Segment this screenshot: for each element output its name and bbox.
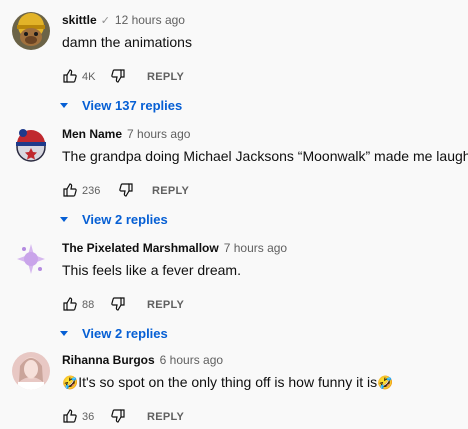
reply-button[interactable]: REPLY — [147, 293, 184, 317]
thumbs-down-icon[interactable] — [116, 179, 136, 203]
like-count: 4K — [82, 71, 96, 83]
view-replies-button[interactable]: View 2 replies — [60, 322, 168, 346]
view-replies-button[interactable]: View 2 replies — [60, 208, 168, 232]
avatar[interactable] — [12, 240, 50, 278]
comment-timestamp[interactable]: 12 hours ago — [115, 13, 185, 27]
comment-header: Men Name 7 hours ago — [62, 126, 190, 142]
thumbs-up-icon[interactable] — [60, 65, 80, 89]
comment-header: Rihanna Burgos 6 hours ago — [62, 352, 223, 368]
avatar[interactable] — [12, 352, 50, 390]
caret-down-icon — [60, 331, 68, 336]
reply-button[interactable]: REPLY — [147, 405, 184, 429]
avatar[interactable] — [12, 12, 50, 50]
comment-header: skittle ✓ 12 hours ago — [62, 12, 185, 28]
comment-text-body: It's so spot on the only thing off is ho… — [78, 374, 378, 390]
comment-text: damn the animations — [62, 34, 192, 50]
comment-header: The Pixelated Marshmallow 7 hours ago — [62, 240, 287, 256]
comment-timestamp[interactable]: 6 hours ago — [160, 353, 223, 367]
comment-text: The grandpa doing Michael Jacksons “Moon… — [62, 148, 468, 164]
reply-button[interactable]: REPLY — [152, 179, 189, 203]
like-count: 36 — [82, 411, 95, 423]
thumbs-up-icon[interactable] — [60, 179, 80, 203]
author-name[interactable]: Men Name — [62, 127, 122, 141]
like-count: 236 — [82, 185, 101, 197]
comment-timestamp[interactable]: 7 hours ago — [224, 241, 287, 255]
author-name[interactable]: Rihanna Burgos — [62, 353, 155, 367]
verified-icon: ✓ — [100, 15, 110, 27]
comment-timestamp[interactable]: 7 hours ago — [127, 127, 190, 141]
avatar[interactable] — [12, 126, 50, 164]
thumbs-down-icon[interactable] — [108, 65, 128, 89]
like-count: 88 — [82, 299, 95, 311]
caret-down-icon — [60, 217, 68, 222]
view-replies-label: View 2 replies — [82, 212, 168, 227]
thumbs-down-icon[interactable] — [108, 405, 128, 429]
comment-text: 🤣It's so spot on the only thing off is h… — [62, 372, 393, 393]
author-name[interactable]: The Pixelated Marshmallow — [62, 241, 219, 255]
reply-button[interactable]: REPLY — [147, 65, 184, 89]
thumbs-up-icon[interactable] — [60, 293, 80, 317]
comment-text: This feels like a fever dream. — [62, 262, 241, 278]
view-replies-label: View 137 replies — [82, 98, 183, 113]
view-replies-button[interactable]: View 137 replies — [60, 94, 182, 118]
thumbs-up-icon[interactable] — [60, 405, 80, 429]
caret-down-icon — [60, 103, 68, 108]
thumbs-down-icon[interactable] — [108, 293, 128, 317]
author-name[interactable]: skittle — [62, 13, 97, 27]
rofl-emoji-icon: 🤣 — [62, 375, 79, 390]
rofl-emoji-icon: 🤣 — [377, 375, 394, 390]
view-replies-label: View 2 replies — [82, 326, 168, 341]
